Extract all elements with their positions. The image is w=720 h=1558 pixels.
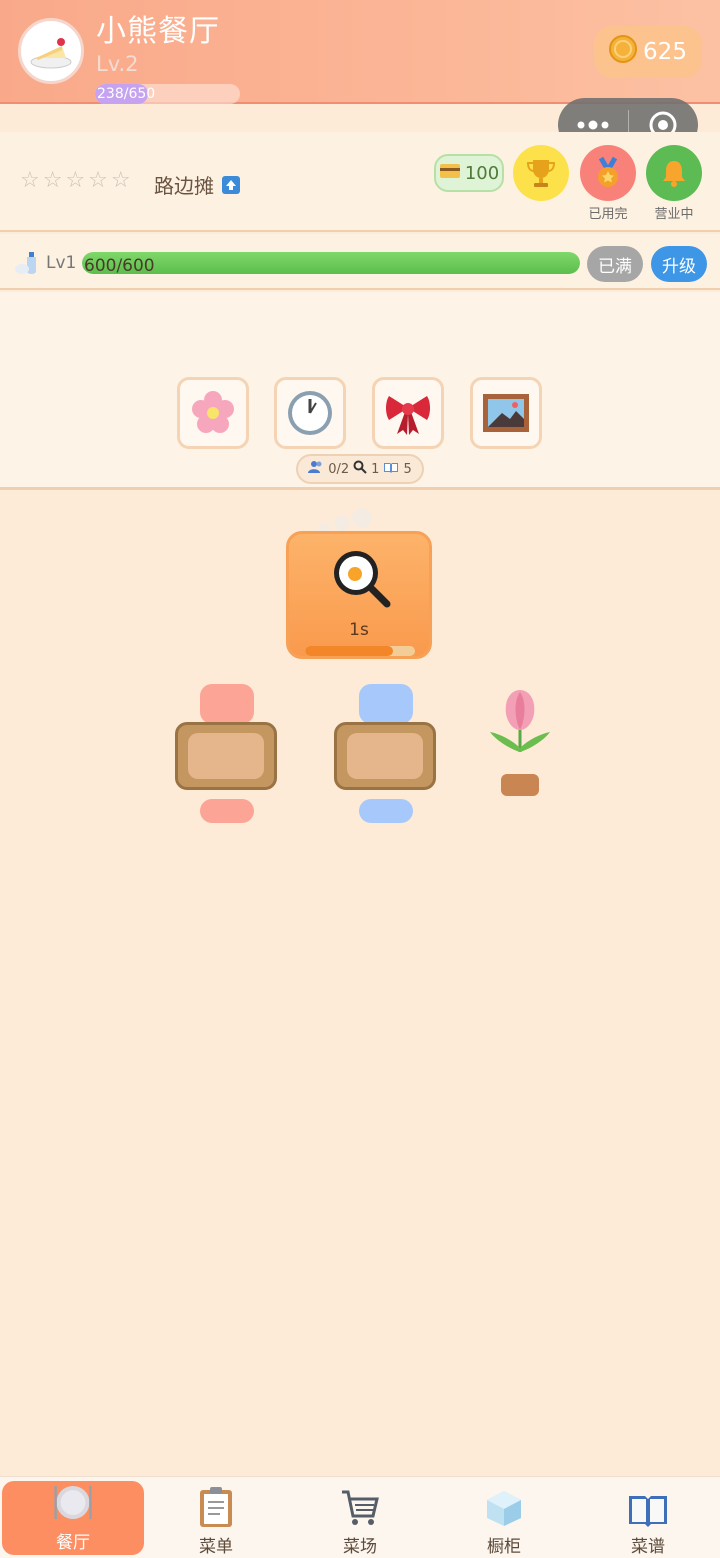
energy-level-text: Lv1 (46, 253, 77, 273)
dining-table-1[interactable] (175, 722, 277, 790)
decor-slot-clock[interactable] (274, 377, 346, 449)
recipe-book-icon (383, 461, 399, 477)
bottom-navigation: 餐厅 菜单 菜场 橱柜 菜谱 (0, 1476, 720, 1558)
nav-market-label: 菜场 (343, 1537, 377, 1557)
decor-slot-ribbon[interactable] (372, 377, 444, 449)
star-rating: ☆☆☆☆☆ (20, 168, 134, 193)
chair-bottom-1 (200, 799, 254, 823)
shop-status-row: ☆☆☆☆☆ 路边摊 100 已用完 营业中 (0, 132, 720, 232)
nav-cabinet[interactable]: 橱柜 (432, 1477, 576, 1558)
cooking-progress-fill (305, 646, 393, 656)
upgrade-button[interactable]: 升级 (651, 246, 707, 282)
ticket-count: 100 (464, 162, 500, 184)
chair-top-1 (200, 684, 254, 724)
energy-row: Lv1 600/600 已满 升级 (0, 234, 720, 290)
search-icon (353, 460, 367, 478)
coins-badge[interactable]: 625 (594, 26, 702, 78)
trophy-icon (526, 160, 556, 187)
decoration-area: 0/2 1 5 (0, 292, 720, 490)
shop-level: Lv.2 (96, 52, 139, 76)
shop-stats-pill: 0/2 1 5 (296, 454, 424, 484)
card-icon (439, 163, 461, 184)
cooking-stove[interactable]: 1s (286, 531, 432, 659)
framed-picture-icon (483, 394, 529, 432)
ribbon-icon (386, 396, 430, 435)
nav-recipes[interactable]: 菜谱 (576, 1477, 720, 1558)
nav-menu[interactable]: 菜单 (144, 1477, 288, 1558)
nav-cabinet-label: 橱柜 (487, 1537, 521, 1557)
xp-text: 238/650 (97, 86, 156, 102)
cake-avatar-icon[interactable] (18, 18, 84, 84)
energy-value: 600/600 (84, 256, 155, 274)
cooking-progress-bar (305, 646, 415, 656)
dining-table-2[interactable] (334, 722, 436, 790)
decor-slot-picture[interactable] (470, 377, 542, 449)
upgrade-arrow-icon (222, 175, 240, 194)
customers-count: 0/2 (328, 461, 350, 477)
chair-top-2 (359, 684, 413, 724)
book-icon (629, 1496, 667, 1527)
plate-icon (54, 1485, 92, 1520)
clock-icon (288, 391, 332, 435)
stall-type[interactable]: 路边摊 (154, 170, 240, 199)
tulip-plant-icon (490, 690, 550, 796)
energy-fill (82, 252, 580, 274)
energy-level: Lv1 (14, 250, 76, 276)
coin-count: 625 (643, 39, 687, 65)
nav-restaurant[interactable]: 餐厅 (2, 1481, 144, 1555)
clipboard-icon (200, 1487, 232, 1527)
open-status-label: 营业中 (654, 207, 694, 222)
recipes-count: 5 (403, 461, 412, 477)
more-dots-icon (577, 120, 609, 130)
medal-icon (598, 156, 618, 187)
xp-progress-bar: 238/650 (95, 84, 240, 104)
open-status-button[interactable] (646, 145, 702, 201)
medal-button[interactable] (580, 145, 636, 201)
trophy-button[interactable] (513, 145, 569, 201)
bell-icon (663, 161, 685, 187)
decor-slot-flower[interactable] (177, 377, 249, 449)
ice-cube-icon (487, 1491, 521, 1526)
chair-bottom-2 (359, 799, 413, 823)
frying-pan-icon (334, 551, 391, 608)
shop-title: 小熊餐厅 (96, 14, 220, 49)
nav-menu-label: 菜单 (199, 1537, 233, 1557)
energy-full-badge: 已满 (587, 246, 643, 282)
customers-icon (308, 460, 324, 478)
cart-icon (342, 1490, 379, 1525)
sake-bottle-icon (15, 252, 36, 274)
nav-market[interactable]: 菜场 (288, 1477, 432, 1558)
stall-name: 路边摊 (154, 174, 214, 198)
header-bar: 小熊餐厅 Lv.2 238/650 625 (0, 0, 720, 104)
cooking-time: 1s (349, 620, 369, 640)
cherry-blossom-icon (192, 391, 234, 433)
energy-progress-bar: 600/600 (82, 252, 580, 274)
search-count: 1 (371, 461, 380, 477)
coin-icon (609, 35, 638, 69)
medal-label: 已用完 (588, 207, 628, 222)
ticket-badge[interactable]: 100 (434, 154, 504, 192)
nav-restaurant-label: 餐厅 (56, 1533, 90, 1553)
nav-recipes-label: 菜谱 (631, 1537, 665, 1557)
